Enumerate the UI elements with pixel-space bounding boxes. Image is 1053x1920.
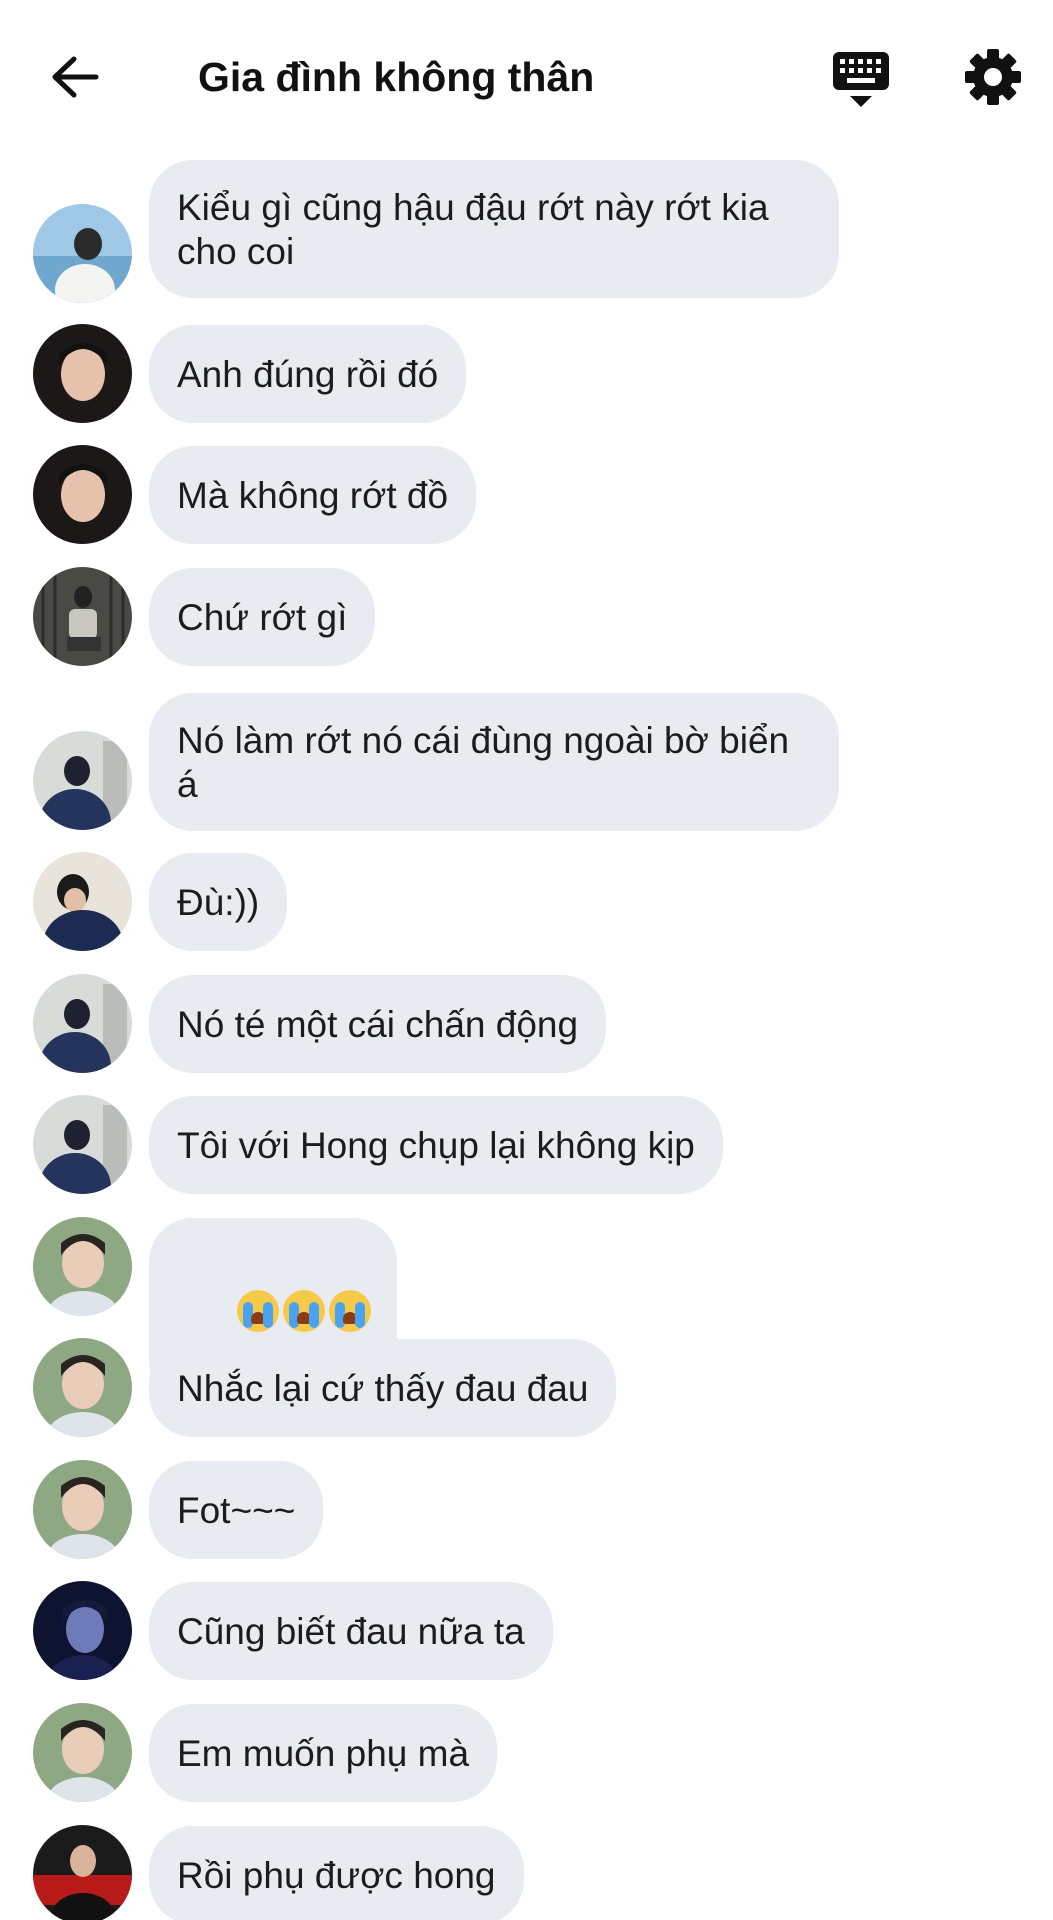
avatar[interactable] [33,731,132,830]
message-bubble[interactable]: Nó làm rớt nó cái đùng ngoài bờ biển á [149,693,839,831]
avatar[interactable] [33,1095,132,1194]
avatar[interactable] [33,1825,132,1920]
avatar[interactable] [33,852,132,951]
avatar-image [33,852,132,951]
loudly-crying-face-icon [328,1290,371,1332]
message-bubble[interactable]: Đù:)) [149,853,288,951]
avatar[interactable] [33,1460,132,1559]
message-bubble[interactable]: Fot~~~ [149,1461,324,1559]
avatar-image [33,1095,132,1194]
chat-screen: Gia đình không thân Kiểu gì cũng hậu đậu… [0,0,1053,1920]
avatar-image [33,445,132,544]
message-bubble[interactable]: Em muốn phụ mà [149,1704,498,1802]
avatar-image [33,1581,132,1680]
avatar-image [33,204,132,303]
loudly-crying-face-icon [236,1290,279,1332]
avatar[interactable] [33,445,132,544]
loudly-crying-face-icon [282,1290,325,1332]
avatar-image [33,1338,132,1437]
message-bubble[interactable]: Nhắc lại cứ thấy đau đau [149,1339,617,1437]
message-bubble[interactable]: Rồi phụ được hong [149,1826,524,1920]
avatar-image [33,324,132,423]
avatar-image [33,1217,132,1316]
avatar-image [33,1825,132,1920]
message-bubble[interactable]: Tôi với Hong chụp lại không kịp [149,1096,723,1194]
avatar-image [33,567,132,666]
message-bubble[interactable]: Cũng biết đau nữa ta [149,1582,553,1680]
avatar[interactable] [33,204,132,303]
avatar-image [33,731,132,830]
message-bubble[interactable]: Mà không rớt đồ [149,446,477,544]
message-bubble[interactable]: Kiểu gì cũng hậu đậu rớt này rớt kia cho… [149,160,839,298]
avatar-image [33,974,132,1073]
avatar-image [33,1460,132,1559]
avatar[interactable] [33,324,132,423]
message-bubble[interactable]: Nó té một cái chấn động [149,975,607,1073]
message-bubble[interactable]: Chứ rớt gì [149,568,376,666]
message-list: Kiểu gì cũng hậu đậu rớt này rớt kia cho… [0,0,1053,1920]
avatar[interactable] [33,1338,132,1437]
avatar[interactable] [33,974,132,1073]
avatar[interactable] [33,1581,132,1680]
avatar-image [33,1703,132,1802]
avatar[interactable] [33,1703,132,1802]
avatar[interactable] [33,1217,132,1316]
message-bubble[interactable]: Anh đúng rồi đó [149,325,467,423]
avatar[interactable] [33,567,132,666]
